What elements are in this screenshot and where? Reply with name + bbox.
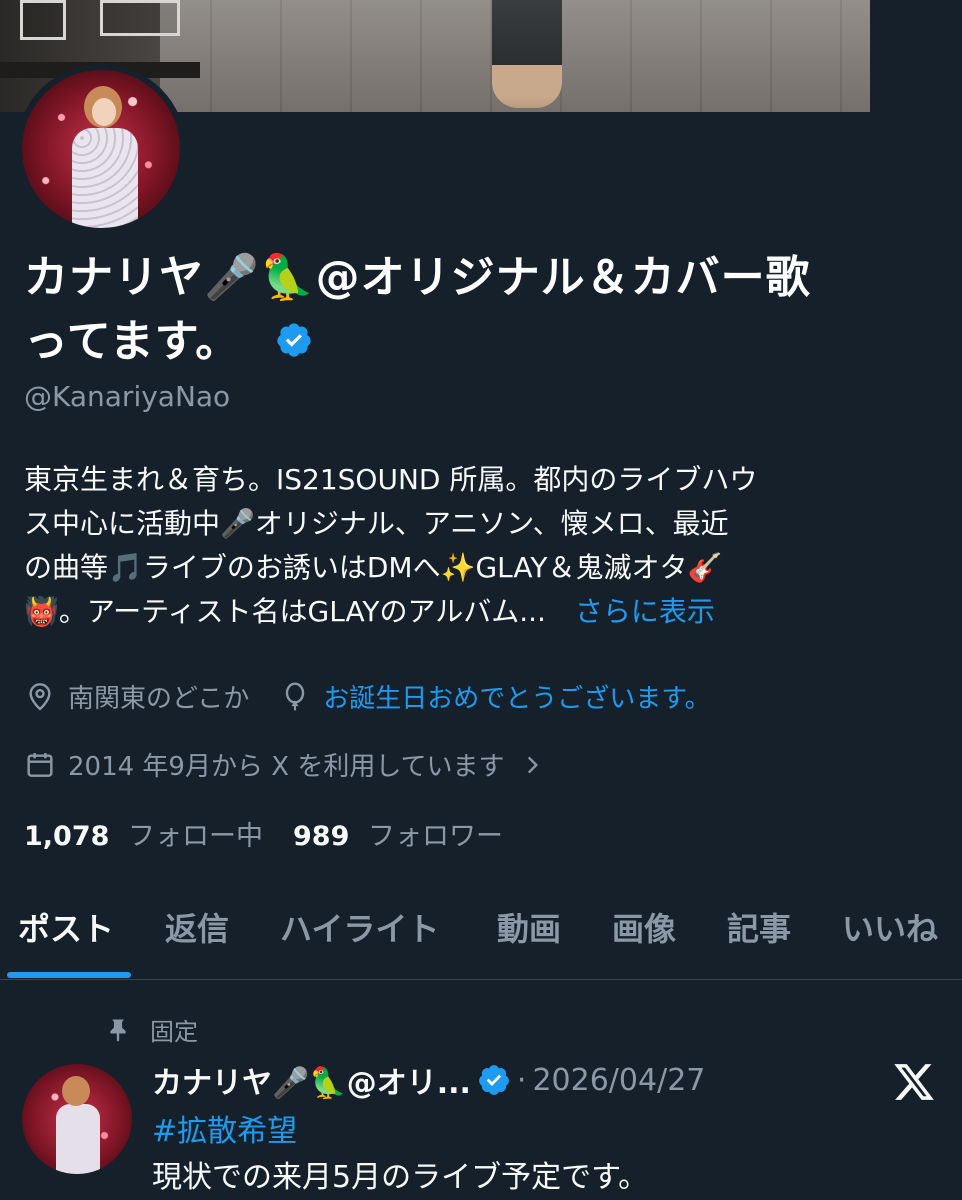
bio-line: ス中心に活動中🎤オリジナル、アニソン、懐メロ、最近 bbox=[24, 507, 729, 540]
followers-count: 989 bbox=[293, 821, 350, 852]
tab-videos[interactable]: 動画 bbox=[497, 904, 561, 950]
profile-name-line1: カナリヤ🎤🦜@オリジナル＆カバー歌 bbox=[24, 252, 811, 303]
post-header: カナリヤ🎤🦜@オリ... · 2026/04/27 bbox=[152, 1058, 705, 1102]
followers-stat[interactable]: 989 フォロワー bbox=[293, 814, 503, 853]
post-separator: · bbox=[516, 1062, 527, 1098]
location-item: 南関東のどこか bbox=[24, 678, 249, 715]
bio-line: 👹。アーティスト名はGLAYのアルバム... bbox=[24, 595, 546, 628]
profile-avatar[interactable] bbox=[16, 64, 186, 234]
banner-frame-1 bbox=[20, 0, 66, 40]
location-icon bbox=[29, 682, 51, 711]
profile-bio: 東京生まれ＆育ち。IS21SOUND 所属。都内のライブハウ ス中心に活動中🎤オ… bbox=[24, 458, 944, 634]
avatar-image bbox=[22, 70, 180, 228]
tab-articles[interactable]: 記事 bbox=[727, 904, 791, 950]
calendar-icon bbox=[27, 752, 53, 777]
profile-handle: @KanariyaNao bbox=[24, 380, 231, 413]
show-more-link[interactable]: さらに表示 bbox=[575, 595, 715, 628]
banner-sandal bbox=[492, 0, 562, 108]
avatar-person bbox=[72, 80, 138, 228]
profile-name: カナリヤ🎤🦜@オリジナル＆カバー歌 ってます。 bbox=[24, 246, 934, 374]
pinned-label: 固定 bbox=[150, 1018, 198, 1046]
profile-name-line2: ってます。 bbox=[24, 316, 241, 367]
profile-tabs: ポスト 返信 ハイライト 動画 画像 記事 いいね bbox=[0, 890, 962, 980]
joined-row[interactable]: 2014 年9月から X を利用しています bbox=[24, 746, 557, 783]
joined-text: 2014 年9月から X を利用しています bbox=[68, 752, 505, 782]
post-author[interactable]: カナリヤ🎤🦜@オリ... bbox=[152, 1058, 471, 1102]
chevron-right-icon bbox=[527, 756, 538, 773]
x-logo-icon[interactable] bbox=[892, 1060, 936, 1104]
active-tab-indicator bbox=[7, 972, 131, 978]
verified-badge-icon[interactable] bbox=[275, 321, 313, 359]
post-text: 現状での来月5月のライブ予定です。 bbox=[152, 1160, 649, 1195]
following-stat[interactable]: 1,078 フォロー中 bbox=[24, 814, 263, 853]
tab-photos[interactable]: 画像 bbox=[612, 904, 676, 950]
tab-likes[interactable]: いいね bbox=[842, 904, 938, 950]
bio-line: の曲等🎵ライブのお誘いはDMへ✨GLAY＆鬼滅オタ🎸 bbox=[24, 551, 723, 584]
banner-frame-2 bbox=[100, 0, 180, 36]
pin-icon bbox=[110, 1019, 126, 1042]
verified-badge-icon[interactable] bbox=[477, 1063, 511, 1097]
tab-replies[interactable]: 返信 bbox=[165, 904, 229, 950]
birthday-item[interactable]: お誕生日おめでとうございます。 bbox=[279, 678, 711, 715]
bio-line: 東京生まれ＆育ち。IS21SOUND 所属。都内のライブハウ bbox=[24, 463, 758, 496]
balloon-icon bbox=[286, 681, 305, 710]
birthday-text[interactable]: お誕生日おめでとうございます。 bbox=[323, 678, 710, 715]
profile-meta-row: 南関東のどこか お誕生日おめでとうございます。 bbox=[24, 678, 741, 715]
post-hashtag[interactable]: #拡散希望 bbox=[152, 1106, 297, 1150]
tab-posts[interactable]: ポスト bbox=[18, 904, 114, 950]
follow-stats: 1,078 フォロー中 989 フォロワー bbox=[24, 814, 533, 853]
pinned-label-row: 固定 bbox=[104, 1012, 198, 1047]
banner-edge bbox=[870, 0, 962, 112]
location-text: 南関東のどこか bbox=[68, 684, 250, 714]
following-label: フォロー中 bbox=[128, 821, 263, 852]
following-count: 1,078 bbox=[24, 821, 110, 852]
tab-highlights[interactable]: ハイライト bbox=[280, 904, 439, 950]
followers-label: フォロワー bbox=[367, 821, 503, 852]
post-date[interactable]: 2026/04/27 bbox=[532, 1063, 705, 1098]
post-avatar[interactable] bbox=[22, 1064, 132, 1174]
